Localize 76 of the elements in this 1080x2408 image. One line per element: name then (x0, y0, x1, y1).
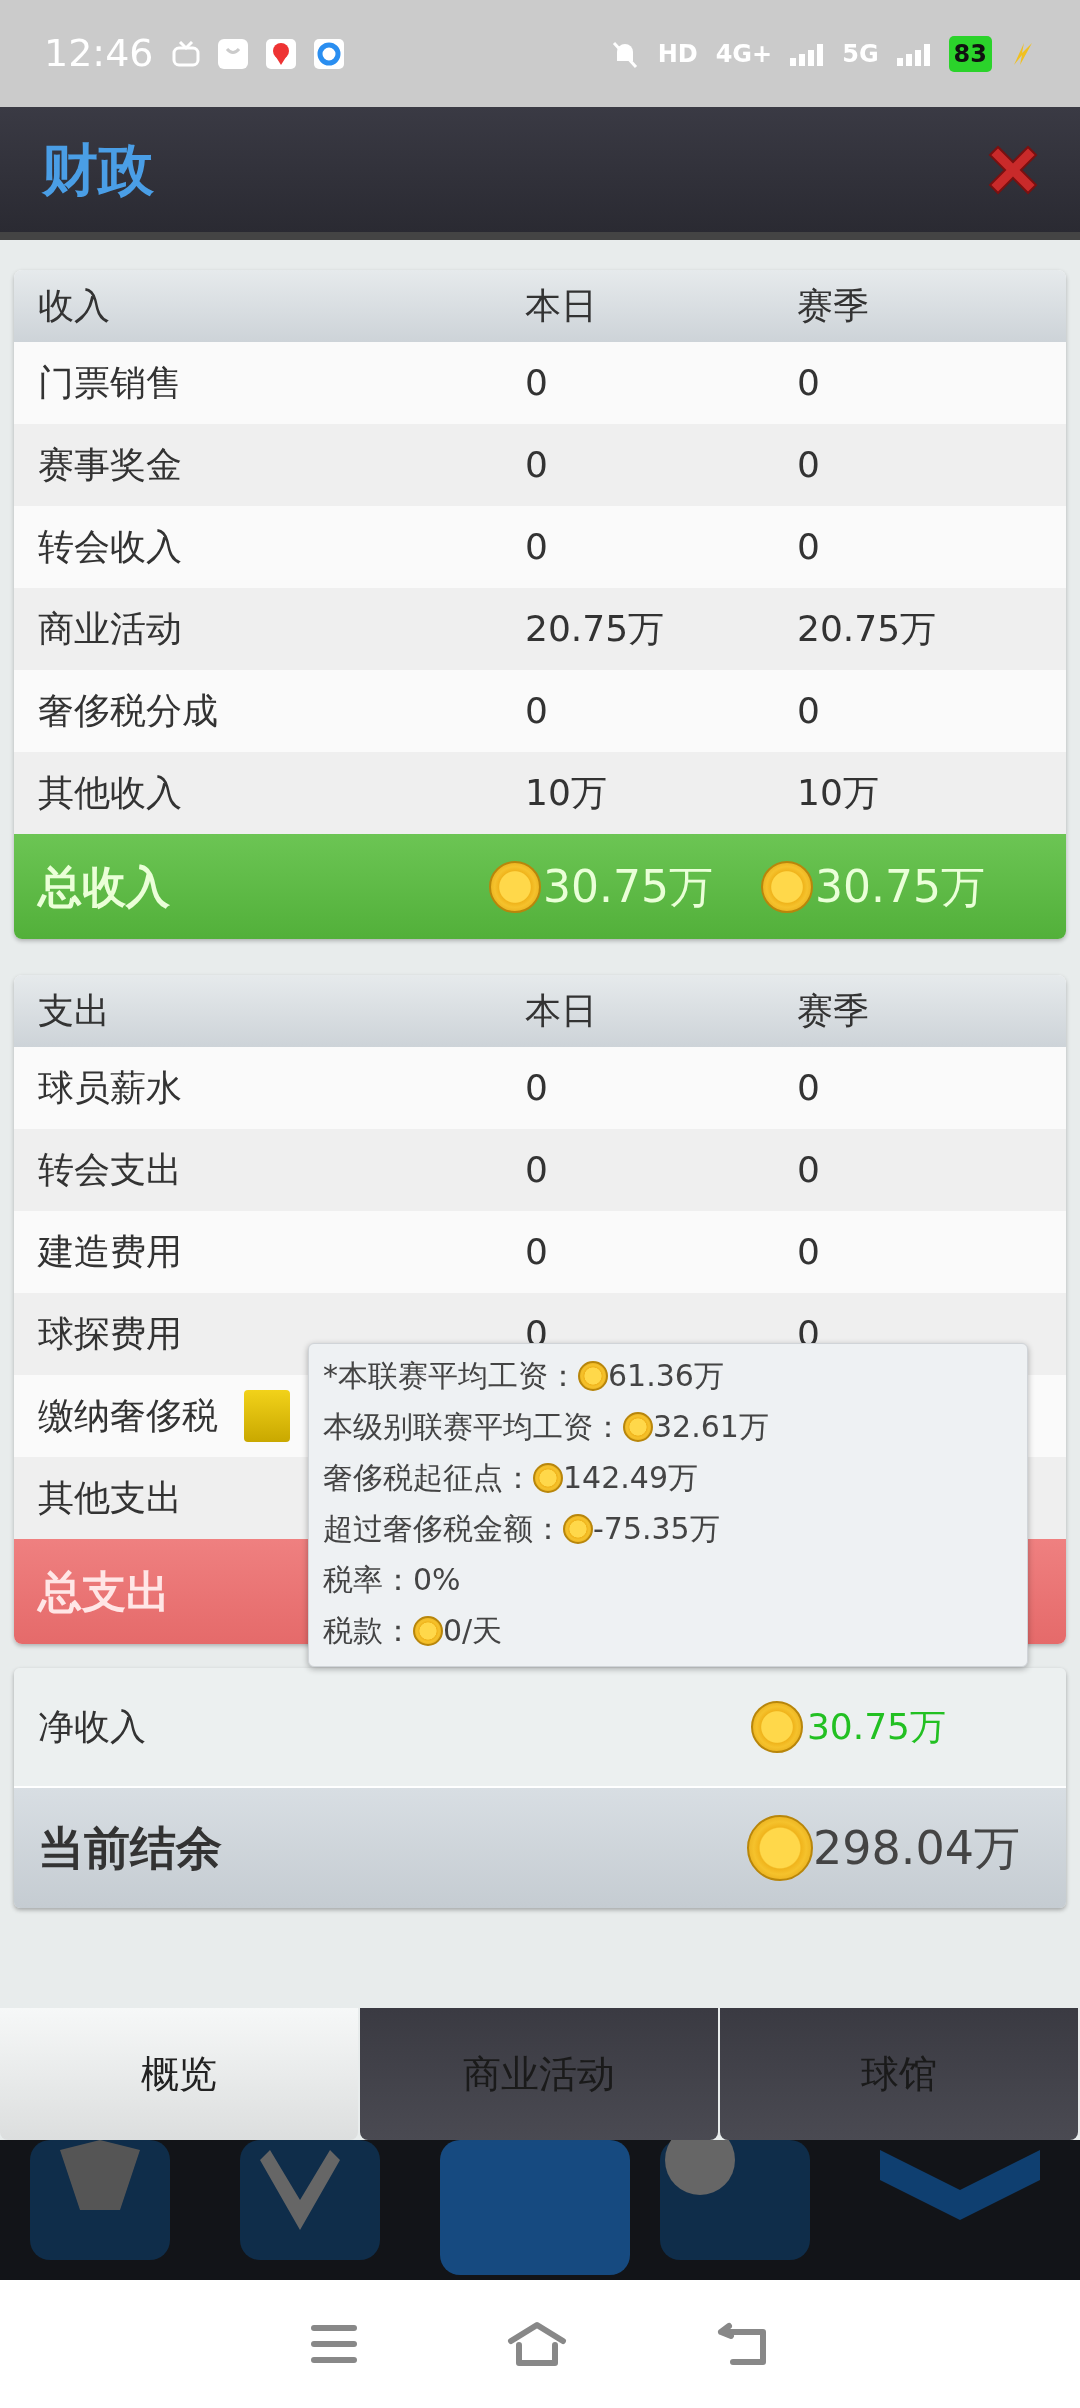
tooltip-value: -75.35万 (593, 1510, 720, 1548)
row-label: 建造费用 (38, 1230, 182, 1274)
browser-icon (313, 38, 344, 69)
table-cell: 0 (525, 526, 548, 567)
total-label: 总支出 (38, 1564, 170, 1619)
total-value: 30.75万 (815, 859, 985, 914)
tooltip-text: 税率： (323, 1561, 413, 1599)
tooltip-value: 61.36万 (608, 1357, 724, 1395)
tooltip-text: 本级别联赛平均工资： (323, 1408, 623, 1446)
coin-icon (489, 860, 541, 913)
signal-icon (896, 41, 931, 66)
home-icon[interactable] (507, 2321, 567, 2367)
table-cell: 0 (797, 1149, 820, 1190)
table-cell: 0 (525, 1067, 548, 1108)
menu-icon[interactable] (311, 2324, 357, 2364)
coin-icon (578, 1360, 608, 1391)
column-header: 本日 (525, 990, 597, 1031)
row-label: 门票销售 (38, 361, 182, 405)
tooltip-value: 0/天 (443, 1612, 503, 1650)
coin-icon (533, 1462, 563, 1493)
table-cell: 0 (525, 444, 548, 485)
column-header: 赛季 (797, 285, 869, 326)
net-income-value: 30.75万 (806, 1705, 946, 1749)
net-income-label: 净收入 (38, 1705, 146, 1749)
tooltip-value: 32.61万 (653, 1408, 769, 1446)
tooltip-text: 超过奢侈税金额： (323, 1510, 563, 1548)
table-cell: 0 (797, 690, 820, 731)
table-cell: 10万 (797, 772, 879, 813)
tooltip-value: 142.49万 (563, 1459, 698, 1497)
total-label: 总收入 (38, 859, 170, 914)
row-label: 球员薪水 (38, 1066, 182, 1110)
table-cell: 10万 (525, 772, 607, 813)
tooltip-text: 奢侈税起征点： (323, 1459, 533, 1497)
coin-icon (623, 1411, 653, 1442)
table-cell: 0 (525, 1231, 548, 1272)
row-label: 缴纳奢侈税 (38, 1394, 218, 1438)
tv-icon (171, 40, 200, 67)
table-cell: 0 (525, 690, 548, 731)
row-label: 其他支出 (38, 1476, 182, 1520)
battery-level: 83 (948, 35, 992, 72)
column-header: 本日 (525, 285, 597, 326)
table-cell: 0 (525, 1149, 548, 1190)
row-label: 奢侈税分成 (38, 689, 218, 733)
total-value: 30.75万 (543, 859, 713, 914)
balance-value: 298.04万 (813, 1819, 1020, 1877)
row-label: 球探费用 (38, 1312, 182, 1356)
tooltip-text: 税款： (323, 1612, 413, 1650)
table-cell: 20.75万 (797, 608, 937, 649)
coin-icon (563, 1513, 593, 1544)
row-label: 商业活动 (38, 607, 182, 651)
table-cell: 0 (797, 526, 820, 567)
coin-icon (761, 860, 813, 913)
table-cell: 0 (525, 362, 548, 403)
row-label: 赛事奖金 (38, 443, 182, 487)
row-label: 其他收入 (38, 771, 182, 815)
page-title: 财政 (42, 135, 154, 204)
table-cell: 20.75万 (525, 608, 665, 649)
map-pin-icon (265, 38, 296, 69)
coin-icon (750, 1701, 803, 1753)
column-header: 支出 (38, 989, 110, 1033)
balance-label: 当前结余 (38, 1819, 222, 1877)
tooltip-value: 0% (413, 1561, 461, 1599)
table-cell: 0 (797, 362, 820, 403)
row-label: 转会支出 (38, 1148, 182, 1192)
back-icon[interactable] (717, 2322, 769, 2366)
table-cell: 0 (797, 1231, 820, 1272)
table-cell: 0 (797, 444, 820, 485)
bag-icon (217, 38, 248, 69)
column-header: 收入 (38, 284, 110, 328)
tooltip-text: *本联赛平均工资： (323, 1357, 578, 1395)
tab[interactable]: 概览 (0, 2008, 358, 2140)
row-label: 转会收入 (38, 525, 182, 569)
table-cell: 0 (797, 1067, 820, 1108)
signal-icon (790, 41, 825, 66)
column-header: 赛季 (797, 990, 869, 1031)
coin-icon (413, 1615, 443, 1646)
